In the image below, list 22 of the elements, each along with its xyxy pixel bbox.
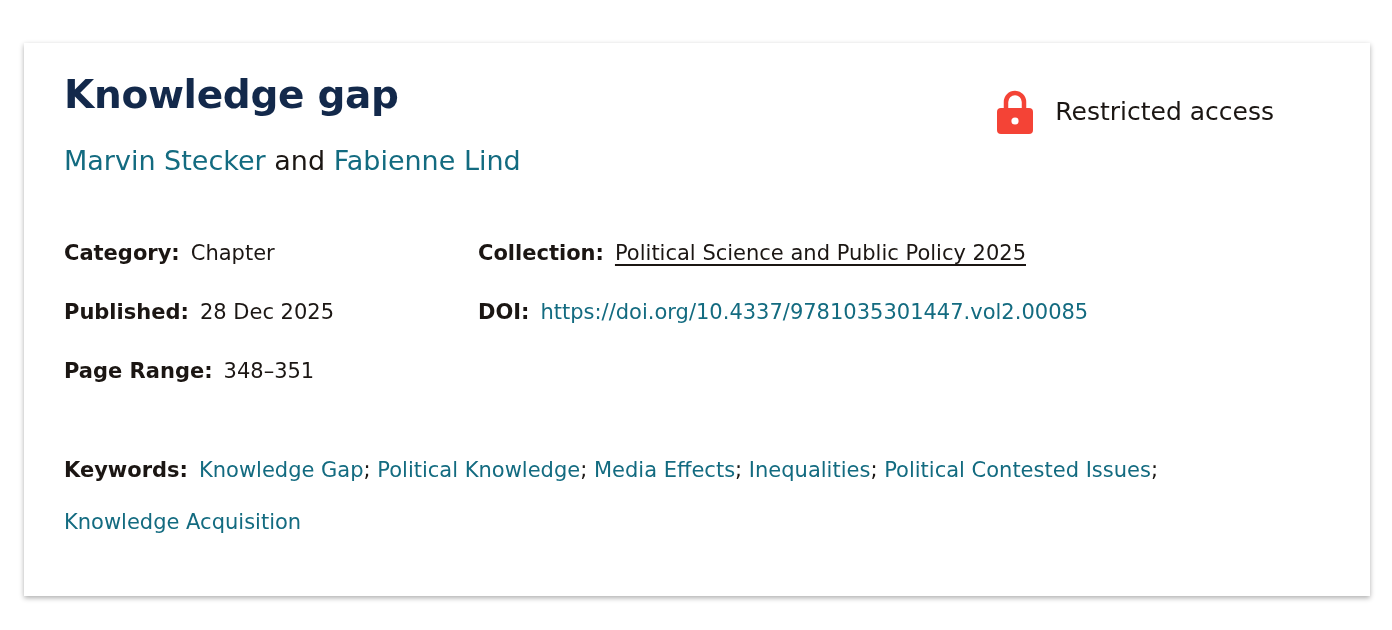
keyword-link[interactable]: Political Contested Issues xyxy=(884,458,1151,482)
doi-link[interactable]: https://doi.org/10.4337/9781035301447.vol2.00085 xyxy=(540,296,1089,328)
keyword-link[interactable]: Media Effects xyxy=(593,458,736,482)
keyword-link[interactable]: Political Knowledge xyxy=(377,458,581,482)
field-label: Page Range: xyxy=(64,358,213,385)
access-status: Restricted access xyxy=(1055,96,1274,128)
field-value: 28 Dec 2025 xyxy=(199,299,335,326)
keyword-link[interactable]: Knowledge Gap xyxy=(198,458,364,482)
keywords-line: Keywords: Knowledge Gap; Political Knowledge; Media Effects; Inequalities; Political Contested Issues; Knowledge Acquisition xyxy=(64,457,1159,536)
field-value: 348–351 xyxy=(223,358,315,385)
author-link[interactable]: Fabienne Lind xyxy=(333,145,521,176)
field-label: DOI: xyxy=(478,299,530,326)
collection-link[interactable]: Political Science and Public Policy 2025 xyxy=(614,237,1026,269)
author-link[interactable]: Marvin Stecker xyxy=(64,145,266,176)
field-label: Published: xyxy=(64,299,189,326)
field-label: Category: xyxy=(64,240,180,267)
authors-line: Marvin Stecker and Fabienne Lind xyxy=(64,144,521,178)
keyword-link[interactable]: Knowledge Acquisition xyxy=(64,510,302,534)
field-value: Chapter xyxy=(190,240,275,267)
record-title: Knowledge gap xyxy=(64,71,400,119)
field-label: Collection: xyxy=(478,240,604,267)
keyword-link[interactable]: Inequalities xyxy=(748,458,871,482)
